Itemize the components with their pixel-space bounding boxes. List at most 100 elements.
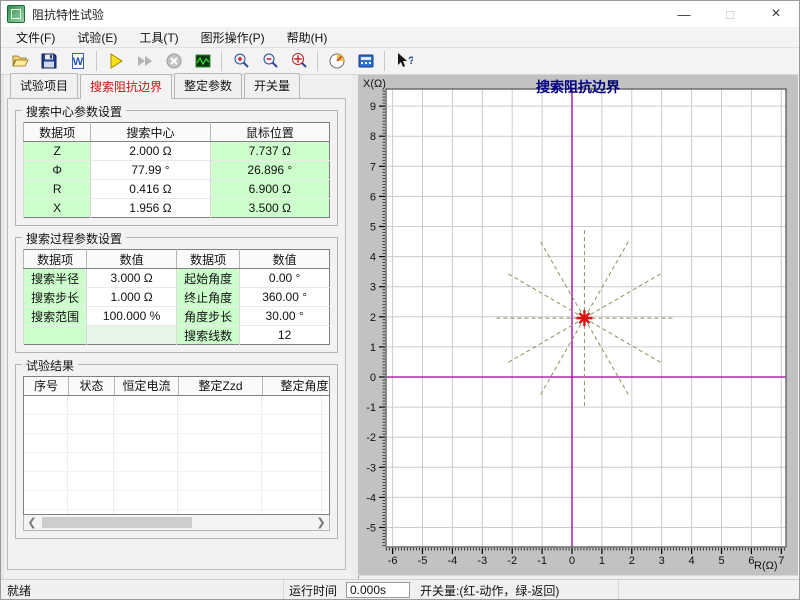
menu-file[interactable]: 文件(F) <box>7 27 64 48</box>
maximize-button[interactable]: □ <box>707 1 753 27</box>
col-header-mouse: 鼠标位置 <box>210 123 329 142</box>
svg-text:-3: -3 <box>366 462 376 474</box>
col-header-index: 序号 <box>24 377 68 395</box>
export-word-button[interactable]: W <box>63 48 92 75</box>
tab-setting-params[interactable]: 整定参数 <box>174 73 242 98</box>
svg-text:-3: -3 <box>477 555 487 567</box>
param-value-search-step[interactable]: 1.000 Ω <box>87 288 177 307</box>
param-value-r-mouse: 6.900 Ω <box>210 180 329 199</box>
col-header-value-left: 数值 <box>87 250 177 269</box>
app-window: 阻抗特性试验 — □ × 文件(F) 试验(E) 工具(T) 图形操作(P) 帮… <box>0 0 800 600</box>
close-button[interactable]: × <box>753 1 799 27</box>
search-process-group: 搜索过程参数设置 数据项 数值 数据项 数值 搜索半径 3.000 Ω 起始角度… <box>15 237 338 353</box>
help-icon: ? <box>395 52 413 70</box>
search-center-group: 搜索中心参数设置 数据项 搜索中心 鼠标位置 Z 2.000 Ω 7.737 Ω <box>15 110 338 226</box>
param-value-search-range[interactable]: 100.000 % <box>87 307 177 326</box>
svg-text:5: 5 <box>718 555 724 567</box>
fast-forward-icon <box>136 52 154 70</box>
col-header-center: 搜索中心 <box>91 123 210 142</box>
svg-text:1: 1 <box>599 555 605 567</box>
scroll-thumb[interactable] <box>42 517 192 528</box>
results-table-body[interactable] <box>23 396 330 515</box>
results-hscrollbar[interactable]: ❮ ❯ <box>23 515 330 531</box>
zoom-out-icon <box>261 52 279 70</box>
table-row: Φ 77.99 ° 26.896 ° <box>24 161 330 180</box>
param-value-start-angle[interactable]: 0.00 ° <box>240 269 330 288</box>
col-header-constant-current: 恒定电流 <box>114 377 178 395</box>
status-empty <box>619 580 799 600</box>
tab-test-items[interactable]: 试验项目 <box>10 73 78 98</box>
svg-text:5: 5 <box>370 222 376 234</box>
param-value-x-center[interactable]: 1.956 Ω <box>91 199 210 218</box>
svg-text:1: 1 <box>370 342 376 354</box>
param-value-search-radius[interactable]: 3.000 Ω <box>87 269 177 288</box>
param-value-r-center[interactable]: 0.416 Ω <box>91 180 210 199</box>
svg-text:2: 2 <box>370 312 376 324</box>
stop-button[interactable] <box>159 48 188 75</box>
calculator-icon <box>357 52 375 70</box>
svg-text:3: 3 <box>659 555 665 567</box>
impedance-chart-panel[interactable]: -6-5-4-3-2-101234567-5-4-3-2-10123456789… <box>358 75 798 576</box>
menu-tools[interactable]: 工具(T) <box>130 27 187 48</box>
export-word-icon: W <box>69 52 87 70</box>
menu-graph-ops[interactable]: 图形操作(P) <box>192 27 274 48</box>
svg-text:9: 9 <box>370 101 376 113</box>
param-value-angle-step[interactable]: 30.00 ° <box>240 307 330 326</box>
col-header-item-right: 数据项 <box>176 250 239 269</box>
scroll-left-icon[interactable]: ❮ <box>24 515 40 530</box>
context-help-button[interactable]: ? <box>389 48 418 75</box>
tab-search-impedance-boundary[interactable]: 搜索阻抗边界 <box>80 74 172 99</box>
minimize-button[interactable]: — <box>661 1 707 27</box>
param-label-search-range: 搜索范围 <box>24 307 87 326</box>
menu-test[interactable]: 试验(E) <box>68 27 126 48</box>
svg-text:-5: -5 <box>366 523 376 535</box>
svg-text:0: 0 <box>569 555 575 567</box>
param-label-start-angle: 起始角度 <box>176 269 239 288</box>
param-value-z-center[interactable]: 2.000 Ω <box>91 142 210 161</box>
save-button[interactable] <box>34 48 63 75</box>
waveform-button[interactable] <box>188 48 217 75</box>
tab-switches[interactable]: 开关量 <box>244 73 300 98</box>
start-test-button[interactable] <box>101 48 130 75</box>
param-label-angle-step: 角度步长 <box>176 307 239 326</box>
svg-text:0: 0 <box>370 372 376 384</box>
search-center-table: 数据项 搜索中心 鼠标位置 Z 2.000 Ω 7.737 Ω Φ 77.99 … <box>23 122 330 218</box>
open-button[interactable] <box>5 48 34 75</box>
search-process-legend: 搜索过程参数设置 <box>22 230 126 247</box>
svg-text:-6: -6 <box>388 555 398 567</box>
zoom-in-button[interactable] <box>226 48 255 75</box>
svg-text:-1: -1 <box>366 402 376 414</box>
zoom-fit-button[interactable] <box>284 48 313 75</box>
chart-title: 搜索阻抗边界 <box>358 77 798 97</box>
parameters-panel: 试验项目 搜索阻抗边界 整定参数 开关量 搜索中心参数设置 数据项 搜索中心 鼠… <box>1 75 351 579</box>
param-value-end-angle[interactable]: 360.00 ° <box>240 288 330 307</box>
param-value-phi-center[interactable]: 77.99 ° <box>91 161 210 180</box>
app-icon <box>7 5 25 23</box>
start-icon <box>107 52 125 70</box>
impedance-plot[interactable]: -6-5-4-3-2-101234567-5-4-3-2-10123456789 <box>358 75 798 575</box>
svg-text:4: 4 <box>689 555 695 567</box>
svg-text:-1: -1 <box>537 555 547 567</box>
toolbar: W ? <box>1 47 799 75</box>
table-row: Z 2.000 Ω 7.737 Ω <box>24 142 330 161</box>
calculator-button[interactable] <box>351 48 380 75</box>
svg-text:-5: -5 <box>418 555 428 567</box>
svg-text:6: 6 <box>370 191 376 203</box>
svg-text:3: 3 <box>370 282 376 294</box>
phasor-button[interactable] <box>322 48 351 75</box>
menu-help[interactable]: 帮助(H) <box>278 27 337 48</box>
search-center-legend: 搜索中心参数设置 <box>22 103 126 120</box>
scroll-right-icon[interactable]: ❯ <box>313 515 329 530</box>
param-label-end-angle: 终止角度 <box>176 288 239 307</box>
stop-icon <box>165 52 183 70</box>
save-icon <box>40 52 58 70</box>
switch-note: 开关量:(红-动作，绿-返回) <box>410 580 618 600</box>
test-results-legend: 试验结果 <box>22 357 78 374</box>
param-value-line-count[interactable]: 12 <box>240 326 330 345</box>
zoom-in-icon <box>232 52 250 70</box>
param-value-phi-mouse: 26.896 ° <box>210 161 329 180</box>
tab-page: 搜索中心参数设置 数据项 搜索中心 鼠标位置 Z 2.000 Ω 7.737 Ω <box>7 98 346 570</box>
fast-forward-button[interactable] <box>130 48 159 75</box>
col-header-setting-angle: 整定角度 <box>262 377 346 395</box>
zoom-out-button[interactable] <box>255 48 284 75</box>
